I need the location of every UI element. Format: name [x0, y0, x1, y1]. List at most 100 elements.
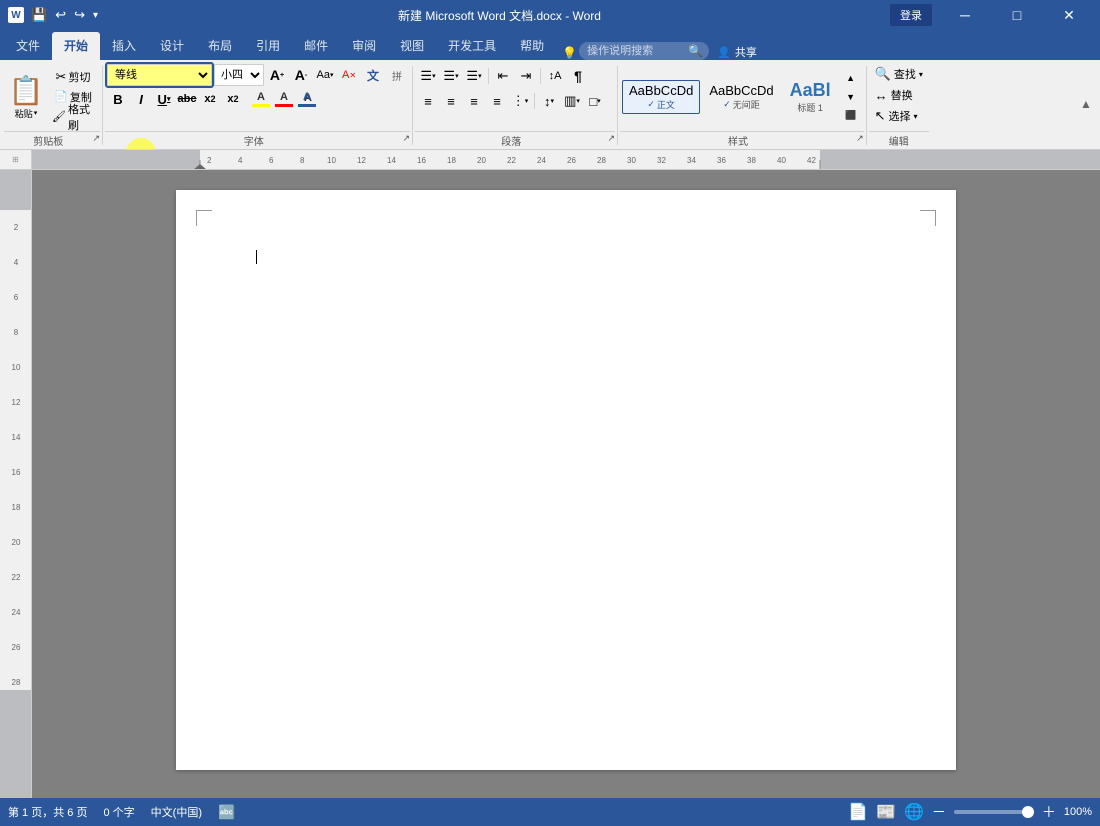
svg-text:4: 4 — [238, 156, 243, 165]
select-button[interactable]: ↖ 选择 ▾ — [871, 106, 922, 126]
tab-references[interactable]: 引用 — [244, 32, 292, 60]
line-spacing-button[interactable]: ↕▾ — [538, 90, 560, 112]
zoom-in-icon[interactable]: ＋ — [1042, 802, 1056, 822]
undo-quick-btn[interactable]: ↩ — [52, 5, 69, 25]
word-count: 0 个字 — [103, 804, 134, 820]
zoom-slider[interactable] — [954, 810, 1034, 814]
zoom-out-icon[interactable]: － — [932, 802, 946, 822]
redo-quick-btn[interactable]: ↪ — [71, 5, 88, 25]
styles-scroll-down[interactable]: ▼ — [840, 88, 862, 106]
cut-button[interactable]: ✂ 剪切 — [48, 68, 98, 86]
ruler-corner[interactable]: ⊞ — [0, 150, 32, 169]
replace-button[interactable]: ↔ 替换 — [871, 85, 917, 105]
login-button[interactable]: 登录 — [890, 4, 932, 26]
align-center-button[interactable]: ≡ — [440, 90, 462, 112]
document-content[interactable] — [256, 250, 876, 650]
bold-button[interactable]: B — [107, 88, 129, 110]
save-quick-btn[interactable]: 💾 — [28, 5, 50, 25]
highlight-color-button[interactable]: A — [250, 88, 272, 110]
tab-review[interactable]: 审阅 — [340, 32, 388, 60]
change-case-button[interactable]: Aa▾ — [314, 64, 336, 86]
styles-expand-icon[interactable]: ↗ — [856, 133, 864, 144]
style-heading1[interactable]: AaBl 标题 1 — [783, 77, 838, 117]
tab-mailing[interactable]: 邮件 — [292, 32, 340, 60]
italic-button[interactable]: I — [130, 88, 152, 110]
column-layout-button[interactable]: ⋮▾ — [509, 90, 531, 112]
tab-layout[interactable]: 布局 — [196, 32, 244, 60]
text-shading-button[interactable]: A — [296, 88, 318, 110]
document-area[interactable] — [32, 170, 1100, 798]
sort-button[interactable]: ↕A — [544, 65, 566, 87]
tell-me-icon[interactable]: 💡 — [562, 46, 577, 60]
svg-text:32: 32 — [657, 156, 666, 165]
styles-scroll-up[interactable]: ▲ — [840, 69, 862, 87]
ribbon-tab-bar: 文件 开始 插入 设计 布局 引用 邮件 审阅 视图 开发工具 帮助 💡 🔍 👤… — [0, 30, 1100, 60]
svg-text:22: 22 — [12, 573, 21, 582]
bullets-button[interactable]: ☰▾ — [417, 65, 439, 87]
svg-text:18: 18 — [12, 503, 21, 512]
language: 中文(中国) — [151, 804, 202, 820]
styles-expand[interactable]: ⬛ — [840, 107, 862, 125]
ribbon-collapse-icon: ▲ — [1080, 97, 1092, 111]
tab-file[interactable]: 文件 — [4, 32, 52, 60]
close-button[interactable]: ✕ — [1046, 0, 1092, 30]
customize-quick-btn[interactable]: ▾ — [90, 8, 101, 23]
clear-format-button[interactable]: A✕ — [338, 64, 360, 86]
underline-button[interactable]: U▾ — [153, 88, 175, 110]
svg-text:16: 16 — [12, 468, 21, 477]
tab-help[interactable]: 帮助 — [508, 32, 556, 60]
tab-view[interactable]: 视图 — [388, 32, 436, 60]
font-shrink-button[interactable]: A- — [290, 64, 312, 86]
tab-home[interactable]: 开始 — [52, 32, 100, 60]
border-button[interactable]: □▾ — [584, 90, 606, 112]
read-mode-icon[interactable]: 📄 — [848, 802, 868, 822]
font-grow-button[interactable]: A+ — [266, 64, 288, 86]
font-size-select[interactable]: 小四 — [214, 64, 264, 86]
ribbon-toolbar: 📋 粘贴▾ ✂ 剪切 📄 复制 🖌 — [0, 60, 1100, 150]
vertical-ruler: 2 4 6 8 10 12 14 16 18 20 22 24 26 28 — [0, 170, 32, 798]
paragraph-expand-icon[interactable]: ↗ — [607, 133, 615, 144]
align-left-button[interactable]: ≡ — [417, 90, 439, 112]
style-normal[interactable]: AaBbCcDd ✓ 正文 — [622, 80, 700, 114]
superscript-button[interactable]: x2 — [222, 88, 244, 110]
font-expand-icon[interactable]: ↗ — [402, 133, 410, 144]
title-bar-right: 登录 ─ □ ✕ — [890, 0, 1092, 30]
web-layout-icon[interactable]: 🌐 — [904, 802, 924, 822]
justify-button[interactable]: ≡ — [486, 90, 508, 112]
paragraph-section: ☰▾ ☰▾ ☰▾ ⇤ ⇥ ↕A ¶ ≡ ≡ ≡ ≡ ⋮▾ ↕▾ ▥▾ □▾ — [415, 62, 615, 150]
share-button[interactable]: 👤 共享 — [717, 44, 757, 60]
shading-button[interactable]: ▥▾ — [561, 90, 583, 112]
svg-text:8: 8 — [14, 328, 19, 337]
numbering-button[interactable]: ☰▾ — [440, 65, 462, 87]
para-divider — [488, 68, 489, 84]
clipboard-expand-icon[interactable]: ↗ — [92, 133, 100, 144]
tab-insert[interactable]: 插入 — [100, 32, 148, 60]
phonetic-button[interactable]: 拼 — [386, 64, 408, 86]
language-icon[interactable]: 🔤 — [218, 804, 235, 821]
print-layout-icon[interactable]: 📰 — [876, 802, 896, 822]
restore-button[interactable]: □ — [994, 0, 1040, 30]
ribbon-collapse-button[interactable]: ▲ — [1076, 60, 1096, 148]
font-label: 字体 ↗ — [105, 131, 410, 150]
format-painter-button[interactable]: 🖌 格式刷 — [48, 108, 98, 126]
show-formatting-button[interactable]: ¶ — [567, 65, 589, 87]
paste-button[interactable]: 📋 粘贴▾ — [6, 68, 46, 126]
decrease-indent-button[interactable]: ⇤ — [492, 65, 514, 87]
style-no-spacing[interactable]: AaBbCcDd ✓ 无间距 — [702, 80, 780, 114]
increase-indent-button[interactable]: ⇥ — [515, 65, 537, 87]
zoom-thumb[interactable] — [1022, 806, 1034, 818]
tab-design[interactable]: 设计 — [148, 32, 196, 60]
subscript-button[interactable]: x2 — [199, 88, 221, 110]
multilevel-button[interactable]: ☰▾ — [463, 65, 485, 87]
ruler-corner-icon: ⊞ — [12, 155, 19, 164]
align-right-button[interactable]: ≡ — [463, 90, 485, 112]
tab-developer[interactable]: 开发工具 — [436, 32, 508, 60]
text-effect-button[interactable]: 文 — [362, 64, 384, 86]
font-name-select[interactable]: 等线 — [107, 64, 212, 86]
strikethrough-button[interactable]: abc — [176, 88, 198, 110]
corner-tl — [196, 210, 212, 226]
minimize-button[interactable]: ─ — [942, 0, 988, 30]
document-page[interactable] — [176, 190, 956, 770]
font-color-button[interactable]: A — [273, 88, 295, 110]
find-button[interactable]: 🔍 查找 ▾ — [871, 64, 927, 84]
